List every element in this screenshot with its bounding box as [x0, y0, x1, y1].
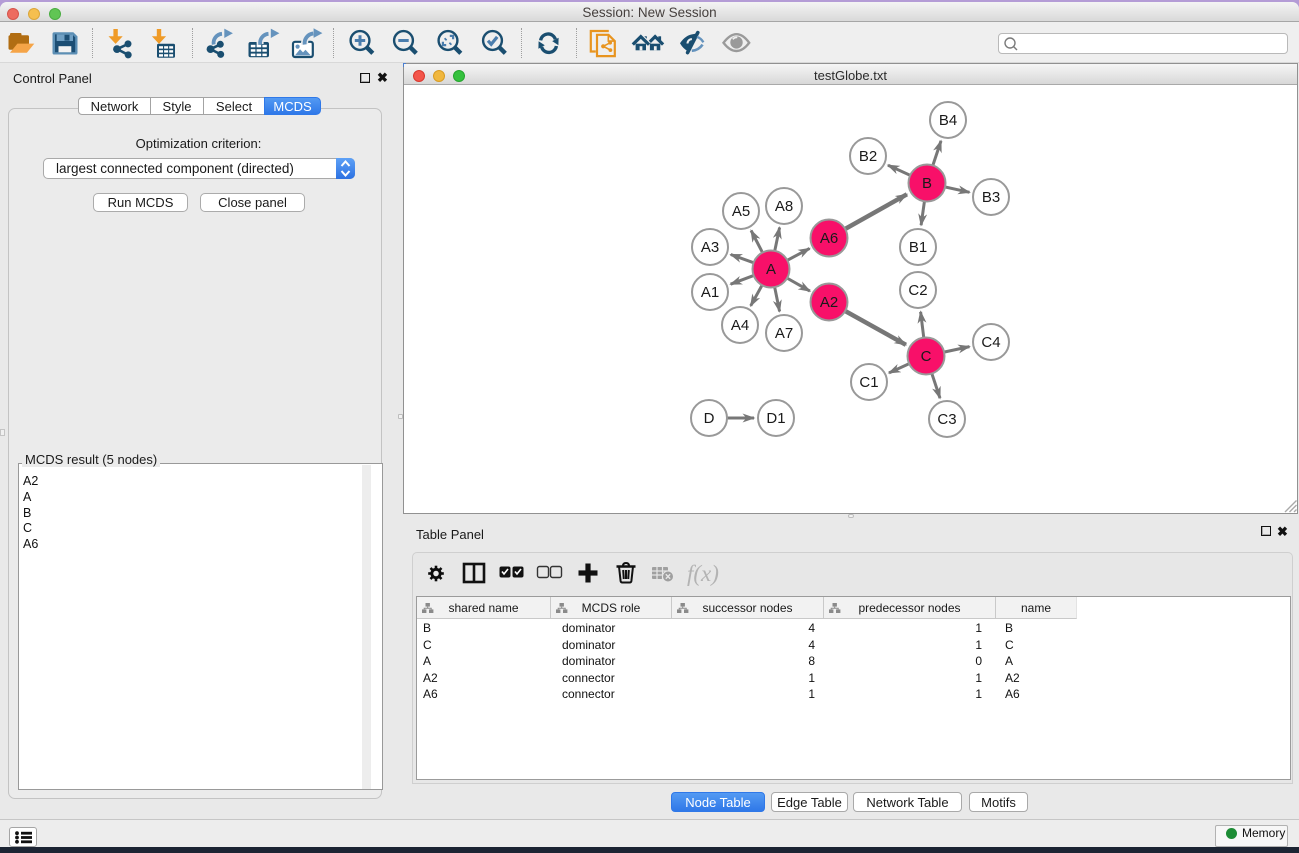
svg-text:B3: B3: [982, 189, 1000, 206]
svg-text:A2: A2: [820, 294, 838, 311]
svg-text:C2: C2: [908, 282, 927, 299]
svg-text:D: D: [704, 410, 715, 427]
svg-text:A5: A5: [732, 203, 750, 220]
svg-text:A3: A3: [701, 239, 719, 256]
svg-text:B2: B2: [859, 148, 877, 165]
svg-text:A8: A8: [775, 198, 793, 215]
svg-text:B1: B1: [909, 239, 927, 256]
svg-text:B4: B4: [939, 112, 957, 129]
svg-text:C4: C4: [981, 334, 1000, 351]
svg-text:f(x): f(x): [687, 561, 719, 586]
svg-text:C1: C1: [859, 374, 878, 391]
svg-text:B: B: [922, 175, 932, 192]
svg-text:A4: A4: [731, 317, 749, 334]
svg-text:C: C: [921, 348, 932, 365]
svg-text:A1: A1: [701, 284, 719, 301]
svg-text:C3: C3: [937, 411, 956, 428]
svg-text:D1: D1: [766, 410, 785, 427]
svg-text:A7: A7: [775, 325, 793, 342]
svg-text:A6: A6: [820, 230, 838, 247]
svg-text:A: A: [766, 261, 776, 278]
